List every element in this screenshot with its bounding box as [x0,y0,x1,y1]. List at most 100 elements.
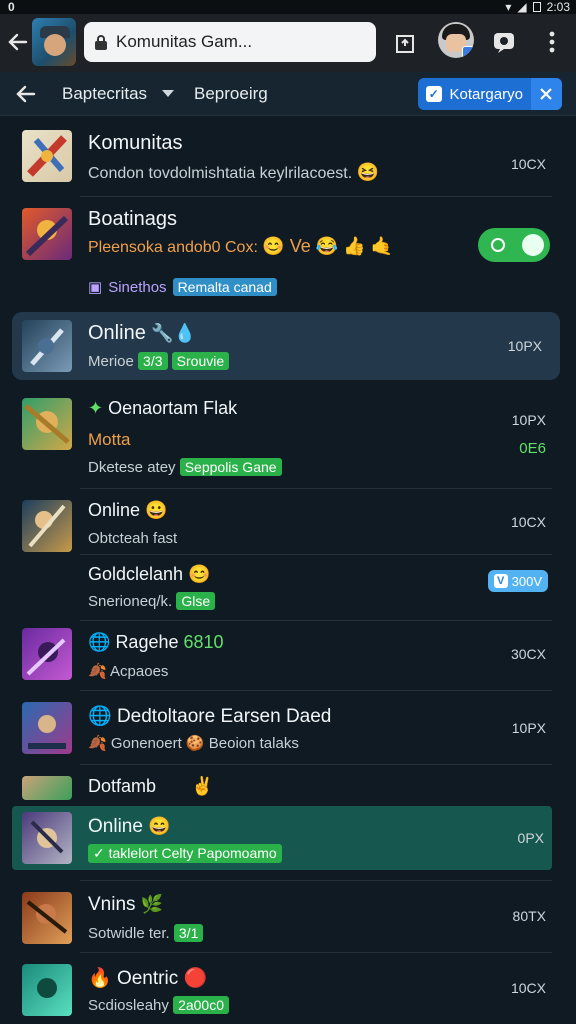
item-right-value: 80TX [512,908,546,924]
list-item[interactable]: 🔥 Oentric 🔴 Scdiosleahy 2a00c0 10CX [0,958,576,1024]
item-tag: Remalta canad [172,278,277,296]
item-title: Komunitas [88,132,183,154]
item-right-value: 0PX [517,830,544,846]
item-right-value: 30CX [510,646,546,662]
verified-icon: V [493,574,508,588]
profile-avatar[interactable] [438,22,474,58]
item-title: Goldclelanh 😊 [88,564,211,584]
item-title: Dotfamb ✌ [88,776,214,796]
list-item-selected[interactable]: Online 😄 ✓ taklelort Celty Papomoamo 0PX [12,806,552,870]
list-item[interactable]: ✦ Oenaortam Flak Motta Dketese atey Sepp… [0,392,576,484]
more-vert-icon[interactable] [544,28,560,56]
item-right-value: 10CX [510,156,546,172]
lock-icon [95,35,107,50]
item-extra: ▣ Sinethos Remalta canad [88,278,277,296]
link-icon [491,238,505,252]
verified-badge: V 300V [487,570,548,592]
game-thumbnail [22,628,72,680]
game-thumbnail [22,892,72,944]
menu-dropdown-1[interactable]: Baptecritas [62,84,147,104]
chat-icon[interactable] [492,30,516,54]
red-badge-icon: 🔴 [183,968,208,989]
item-subtitle: ✓ taklelort Celty Papomoamo [88,844,282,863]
game-thumbnail [22,812,72,864]
check-icon: ✓ [426,86,442,102]
item-extra-label: Sinethos [108,278,167,296]
item-subtitle: 🍂 Acpaoes [88,663,169,680]
fire-icon: 🔥 [88,968,112,989]
item-subtitle: Merioe 3/3 Srouvie [88,352,230,370]
page-avatar[interactable] [32,18,76,66]
item-subtitle: Pleensoka andob0 Cox: 😊 Ve 😂 👍 🤙 [88,236,394,256]
chat-toggle[interactable] [478,228,550,262]
item-right-value: 10PX [511,412,546,428]
game-thumbnail [22,398,72,450]
list-item[interactable]: Goldclelanh 😊 Snerioneq/k. Glse V 300V [0,558,576,618]
filter-pill-label: Kotargaryo [449,85,523,103]
list-item[interactable]: 🌐 Dedtoltaore Earsen Daed 🍂 Gonenoert 🍪 … [0,696,576,760]
leaf-icon: 🍂 [88,735,107,752]
game-thumbnail [22,320,72,372]
list-item[interactable]: Vnins 🌿 Sotwidle ter. 3/1 80TX [0,886,576,952]
profile-badge-icon [462,46,474,58]
sub-toolbar: Baptecritas Beproeirg ✓ Kotargaryo [0,72,576,116]
back-arrow-icon[interactable] [6,30,30,54]
item-tag: ✓ taklelort Celty Papomoamo [88,844,282,863]
community-list: Komunitas Condon tovdolmishtatia keylril… [0,116,576,1024]
item-title: Online 😄 [88,816,171,837]
close-icon[interactable] [530,78,562,110]
item-title: Online 😀 [88,500,168,520]
item-title: Boatinags [88,208,177,230]
status-bar: 0 ▾ ◢ 2:03 [0,0,576,14]
leaf-icon: 🍂 [88,663,107,680]
globe-icon: 🌐 [88,706,112,727]
item-title: 🌐 Ragehe 6810 [88,632,224,652]
game-thumbnail [22,702,72,754]
tabs-icon[interactable] [394,30,416,54]
item-subtitle: Snerioneq/k. Glse [88,592,216,610]
game-thumbnail [22,500,72,552]
item-title: 🌐 Dedtoltaore Earsen Daed [88,706,332,727]
address-bar[interactable]: Komunitas Gam... [84,22,376,62]
item-right-value: 10PX [507,338,542,354]
item-title: ✦ Oenaortam Flak [88,398,238,418]
game-thumbnail [22,964,72,1016]
list-item[interactable]: 🌐 Ragehe 6810 🍂 Acpaoes 30CX [0,624,576,688]
hand-icon: ✌ [191,776,214,796]
item-subtitle: Obtcteah fast [88,530,178,547]
list-item-selected[interactable]: Online 🔧💧 Merioe 3/3 Srouvie 10PX [12,312,560,380]
chevron-down-icon[interactable] [162,90,174,97]
game-thumbnail [22,130,72,182]
battery-icon [532,2,541,12]
item-subtitle: Condon tovdolmishtatia keylrilacoest. 😆 [88,162,380,182]
list-item[interactable]: Boatinags Pleensoka andob0 Cox: 😊 Ve 😂 👍… [0,200,576,302]
item-subtitle: Scdiosleahy 2a00c0 [88,996,229,1014]
status-right: ▾ ◢ 2:03 [505,0,570,14]
subbar-back-icon[interactable] [14,82,38,106]
screen-icon: ▣ [88,279,103,296]
game-thumbnail [22,208,72,260]
globe-icon: 🌐 [88,632,111,652]
list-item[interactable]: Komunitas Condon tovdolmishtatia keylril… [0,124,576,192]
item-subtitle: Sotwidle ter. 3/1 [88,924,204,942]
status-time: 2:03 [546,0,570,14]
browser-toolbar: Komunitas Gam... [0,14,576,72]
item-right-green: 0E6 [519,440,546,457]
game-thumbnail [22,776,72,800]
item-title: 🔥 Oentric 🔴 [88,968,208,989]
address-text: Komunitas Gam... [116,32,253,51]
filter-pill[interactable]: ✓ Kotargaryo [418,78,562,110]
item-subtitle: 🍂 Gonenoert 🍪 Beoion talaks [88,735,299,752]
wifi-icon: ▾ [505,0,512,14]
item-title: Online 🔧💧 [88,322,197,344]
item-right-value: 10CX [510,980,546,996]
item-orange-line: Motta [88,430,131,449]
item-title: Vnins 🌿 [88,894,164,915]
item-subtitle: Dketese atey Seppolis Gane [88,458,282,476]
item-right-value: 10CX [510,514,546,530]
list-item[interactable]: Online 😀 Obtcteah fast 10CX [0,494,576,554]
status-left: 0 [8,0,15,14]
menu-item-2[interactable]: Beproeirg [194,84,268,104]
list-item[interactable]: Dotfamb ✌ [0,768,576,800]
signal-icon: ◢ [517,0,527,14]
